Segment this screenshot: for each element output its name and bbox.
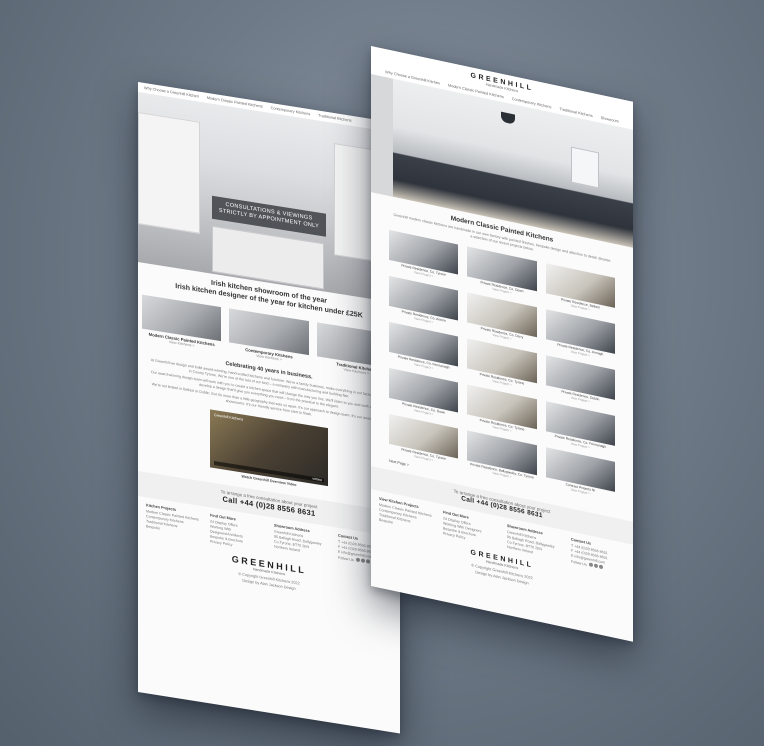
facebook-icon[interactable] [588,562,593,568]
project-card[interactable]: Private Residence, Co. Antrim View Projec… [389,276,459,330]
footer-column: View Kitchen Projects Modern Classic Pai… [379,497,433,536]
twitter-icon[interactable] [360,558,365,564]
project-card[interactable]: Private Residence, Dublin View Project > [545,355,615,409]
footer-column: Find Out More 24 Display Offers Working … [443,511,497,550]
footer-column: Showroom Address Greenhill Kitchens 95 B… [274,524,328,564]
project-card[interactable]: Private Residence, Belfast View Project > [545,263,615,317]
website-mockup-category: GREENHILL Handmade Kitchens Why Choose a… [371,46,633,642]
project-card[interactable]: Private Residence, Co. Armagh View Projec… [545,309,615,363]
vimeo-logo: vimeo [312,476,322,483]
footer-column: Contact Us T +44 (0)28 8556 8631 F +44 (… [571,538,625,577]
twitter-icon[interactable] [593,563,598,569]
window [571,146,599,189]
pendant-light [501,111,515,125]
follow-label: Follow Us [338,555,354,563]
footer-column: Kitchen Projects Modern Classic Painted … [146,503,200,543]
cabinet [138,112,200,234]
project-card[interactable]: Private Residence, Co. Tyrone View Projec… [467,338,537,393]
facebook-icon[interactable] [355,557,360,563]
wall-unit [371,74,393,197]
project-card[interactable]: Private Residence, Co. Fermanagh View Pro… [389,322,459,376]
video-brand: Greenhill Kitchens [214,413,244,422]
footer-column: Find Out More 24 Display Offers Working … [210,514,264,554]
follow-label: Follow Us [571,559,587,568]
project-card[interactable]: Private Residence, Co. Derry View Project… [467,292,537,347]
instagram-icon[interactable] [598,564,603,570]
instagram-icon[interactable] [365,559,370,564]
project-card[interactable]: Private Residence, Co. Fermanagh View Pro… [545,401,615,455]
project-card[interactable]: Private Residence, Co. Tyrone View Projec… [467,384,537,439]
project-card[interactable]: Private Residence, Co. Down View Project … [467,246,537,301]
project-card[interactable]: Private Residence, Co. Down View Project … [389,368,459,422]
project-card[interactable]: Private Residence, Co. Tyrone View Projec… [389,230,459,284]
footer-column: Showroom Address Greenhill Kitchens 95 B… [507,524,561,563]
website-mockup-home: Why Choose a Greenhill Kitchen Modern Cl… [138,82,400,734]
